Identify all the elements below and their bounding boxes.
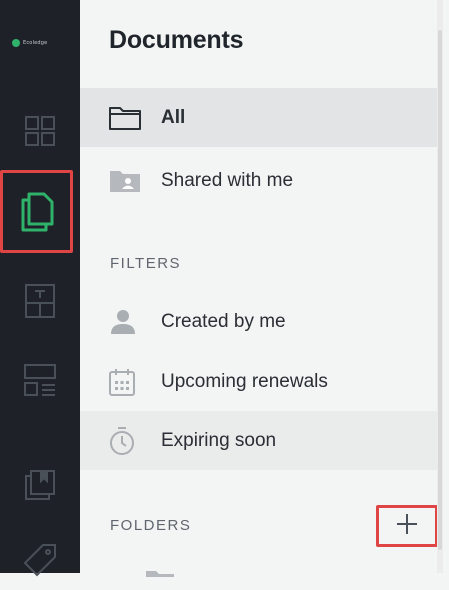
rail-item-tags[interactable]	[0, 530, 80, 590]
folder-icon-partial	[140, 564, 180, 577]
app-sidebar: Ecoledge	[0, 0, 80, 577]
filter-created-by-me[interactable]: Created by me	[80, 292, 443, 351]
shared-folder-icon	[109, 169, 141, 193]
filter-label: Upcoming renewals	[161, 370, 328, 392]
nav-item-all[interactable]: All	[80, 88, 443, 147]
panel-title: Documents	[109, 26, 244, 54]
filters-heading: FILTERS	[110, 255, 182, 272]
nav-item-label: All	[161, 106, 186, 128]
layout-icon	[24, 364, 56, 396]
plus-icon	[396, 513, 418, 540]
folders-heading: FOLDERS	[110, 517, 192, 534]
rail-item-templates[interactable]	[0, 271, 80, 331]
panel-scrollbar[interactable]	[437, 0, 443, 573]
logo-mark-icon	[12, 39, 20, 47]
template-icon	[25, 284, 55, 318]
filter-upcoming-renewals[interactable]: Upcoming renewals	[80, 352, 443, 411]
calendar-icon	[109, 368, 135, 396]
add-folder-button[interactable]	[376, 505, 438, 547]
rail-item-library[interactable]	[0, 455, 80, 515]
tag-icon	[23, 543, 57, 577]
documents-icon	[20, 192, 54, 232]
library-icon	[25, 470, 55, 500]
nav-item-shared-with-me[interactable]: Shared with me	[80, 151, 443, 210]
documents-panel: Documents All Shared with me FILTERS Cre…	[80, 0, 443, 577]
folder-icon	[109, 106, 141, 130]
logo-text: Ecoledge	[23, 40, 48, 46]
filter-expiring-soon[interactable]: Expiring soon	[80, 411, 443, 470]
filter-label: Expiring soon	[161, 429, 277, 451]
app-logo[interactable]: Ecoledge	[12, 38, 60, 48]
nav-item-label: Shared with me	[161, 169, 294, 191]
grid-icon	[25, 116, 55, 146]
rail-item-dashboard[interactable]	[0, 101, 80, 161]
timer-icon	[109, 426, 135, 456]
rail-item-documents[interactable]	[0, 170, 73, 253]
filter-label: Created by me	[161, 310, 286, 332]
person-icon	[109, 309, 137, 335]
rail-item-layouts[interactable]	[0, 350, 80, 410]
